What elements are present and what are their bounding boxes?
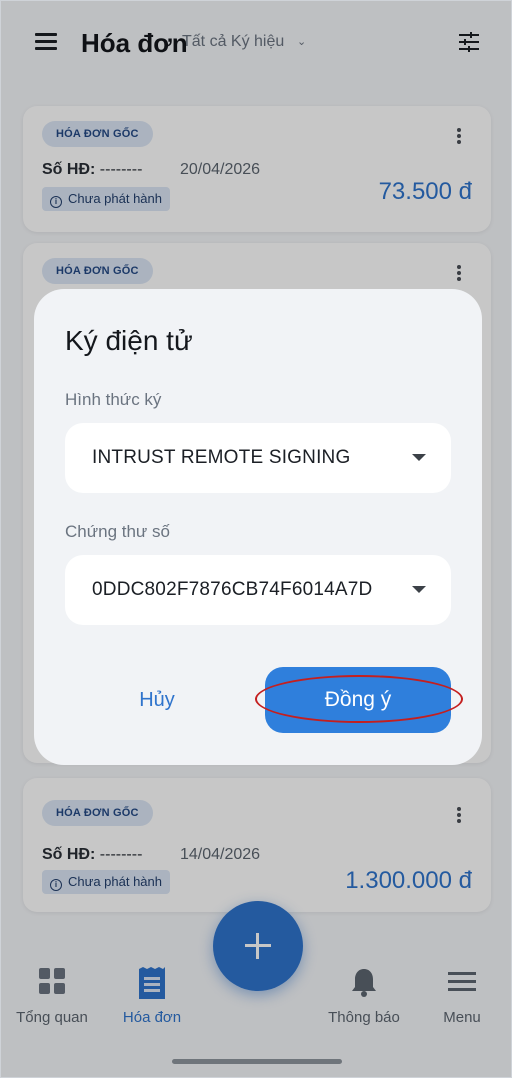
highlight-annotation [255, 675, 463, 723]
sign-method-select[interactable]: INTRUST REMOTE SIGNING [65, 423, 451, 493]
sign-method-value: INTRUST REMOTE SIGNING [92, 447, 351, 468]
app-screen: Hóa đơn Tất cả Ký hiệu ⌄ HÓA ĐƠN GỐC Số … [0, 0, 512, 1078]
cancel-button[interactable]: Hủy [98, 685, 216, 715]
certificate-label: Chứng thư số [65, 522, 170, 541]
sign-method-label: Hình thức ký [65, 390, 162, 409]
certificate-select[interactable]: 0DDC802F7876CB74F6014A7D [65, 555, 451, 625]
dialog-title: Ký điện tử [65, 325, 193, 356]
caret-down-icon [412, 454, 426, 461]
certificate-value: 0DDC802F7876CB74F6014A7D [92, 579, 373, 600]
caret-down-icon [412, 586, 426, 593]
